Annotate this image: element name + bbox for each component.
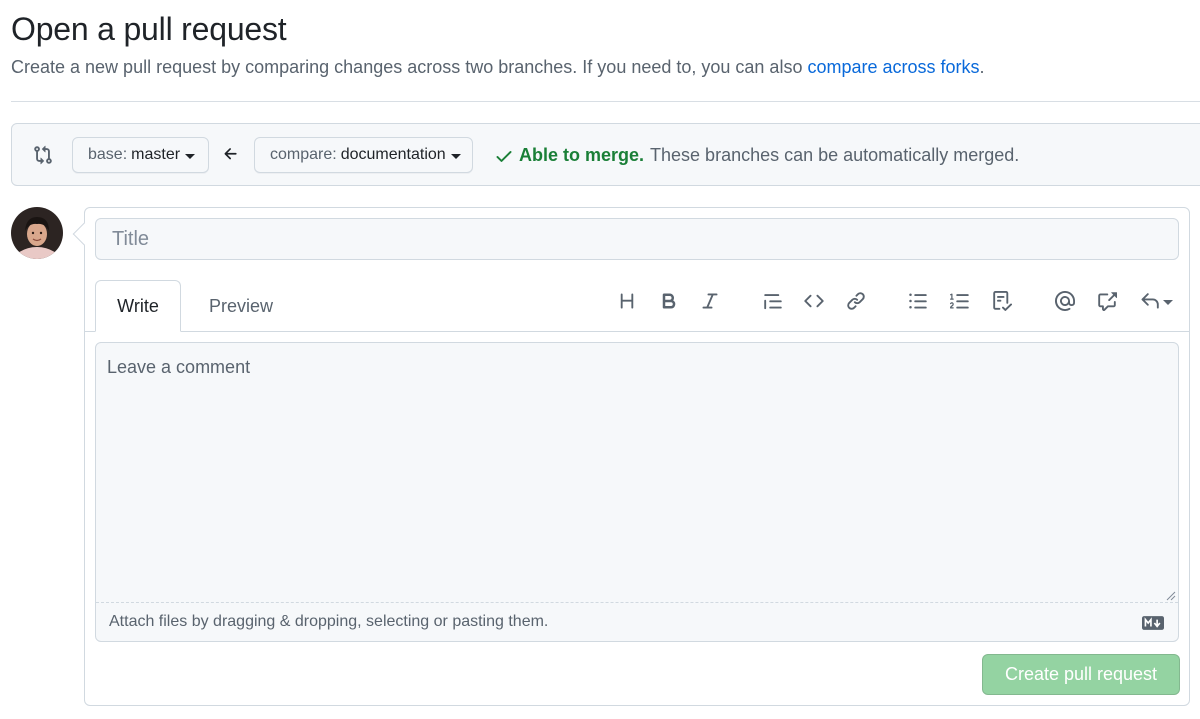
page-subtitle: Create a new pull request by comparing c… xyxy=(11,57,985,78)
code-icon[interactable] xyxy=(803,290,825,312)
branch-compare-bar: base: master compare: documentation Able… xyxy=(11,123,1200,186)
compare-branch-value: documentation xyxy=(340,146,446,163)
caret-down-icon xyxy=(1162,299,1173,305)
page-title: Open a pull request xyxy=(11,11,287,47)
unordered-list-icon[interactable] xyxy=(907,290,929,312)
markdown-icon[interactable] xyxy=(1142,616,1164,630)
subtitle-end: . xyxy=(979,57,985,77)
attach-files-bar[interactable]: Attach files by dragging & dropping, sel… xyxy=(96,602,1178,641)
subtitle-text: Create a new pull request by comparing c… xyxy=(11,57,808,77)
attach-files-text: Attach files by dragging & dropping, sel… xyxy=(109,613,549,630)
avatar-image xyxy=(11,207,63,259)
caret-down-icon xyxy=(185,153,196,159)
compare-branch-select[interactable]: compare: documentation xyxy=(254,137,473,173)
task-list-icon[interactable] xyxy=(991,290,1013,312)
heading-icon[interactable] xyxy=(616,290,638,312)
ordered-list-icon[interactable] xyxy=(949,290,971,312)
title-input[interactable] xyxy=(95,218,1179,260)
merge-status: Able to merge. These branches can be aut… xyxy=(494,144,1019,166)
git-compare-icon xyxy=(34,145,52,165)
base-branch-value: master xyxy=(131,146,181,163)
compare-branch-label: compare: xyxy=(270,146,337,163)
saved-replies-icon[interactable] xyxy=(1138,290,1174,312)
resize-grip-icon[interactable] xyxy=(1165,590,1176,601)
arrow-left-icon xyxy=(224,148,237,160)
tab-preview[interactable]: Preview xyxy=(197,280,285,332)
base-branch-label: base: xyxy=(88,146,128,163)
cross-reference-icon[interactable] xyxy=(1096,290,1118,312)
check-icon xyxy=(496,151,512,162)
merge-status-description: These branches can be automatically merg… xyxy=(650,144,1020,165)
mention-icon[interactable] xyxy=(1054,290,1076,312)
italic-icon[interactable] xyxy=(699,290,721,312)
pull-request-form: Write Preview Attach xyxy=(72,207,1190,706)
merge-status-ok: Able to merge. xyxy=(519,144,645,165)
base-branch-select[interactable]: base: master xyxy=(72,137,209,173)
quote-icon[interactable] xyxy=(762,290,784,312)
avatar[interactable] xyxy=(11,207,63,259)
comment-textarea[interactable] xyxy=(96,343,1178,603)
form-pointer xyxy=(72,222,96,246)
create-pull-request-button[interactable]: Create pull request xyxy=(982,654,1180,695)
bold-icon[interactable] xyxy=(658,290,680,312)
header-divider xyxy=(11,101,1200,102)
link-icon[interactable] xyxy=(845,290,867,312)
comment-box: Attach files by dragging & dropping, sel… xyxy=(95,342,1179,642)
compare-across-forks-link[interactable]: compare across forks xyxy=(807,57,979,77)
tab-write[interactable]: Write xyxy=(95,280,181,332)
caret-down-icon xyxy=(450,153,461,159)
